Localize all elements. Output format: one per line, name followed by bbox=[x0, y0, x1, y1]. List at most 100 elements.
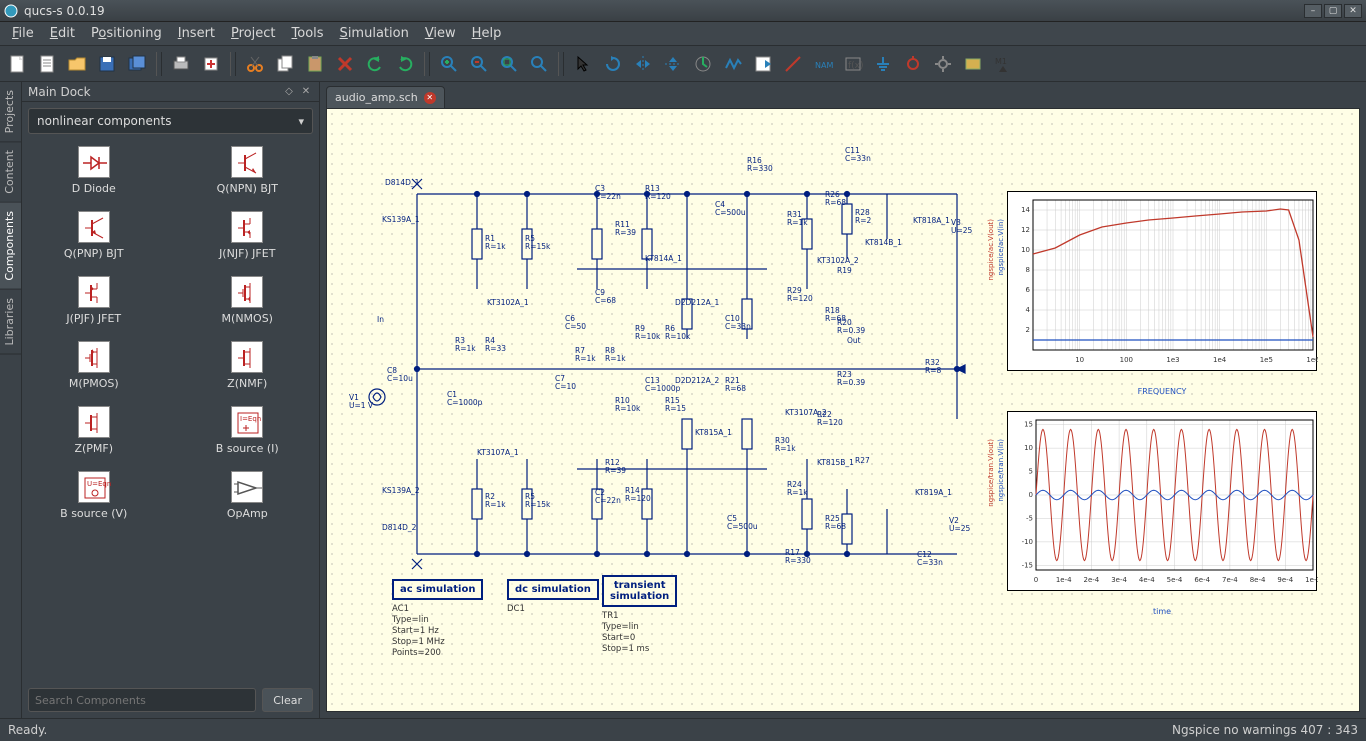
svg-text:12: 12 bbox=[1021, 226, 1030, 234]
dc-sweep-icon[interactable] bbox=[720, 51, 746, 77]
menu-project[interactable]: Project bbox=[223, 22, 284, 45]
ground-icon[interactable] bbox=[870, 51, 896, 77]
svg-text:1e6: 1e6 bbox=[1306, 356, 1318, 364]
save-icon[interactable] bbox=[94, 51, 120, 77]
mirror-v-icon[interactable] bbox=[660, 51, 686, 77]
redo-icon[interactable] bbox=[392, 51, 418, 77]
component-icon bbox=[231, 276, 263, 308]
status-right: Ngspice no warnings 407 : 343 bbox=[1172, 723, 1358, 737]
label-R23: R23 R=0.39 bbox=[837, 371, 865, 387]
open-icon[interactable] bbox=[64, 51, 90, 77]
select-icon[interactable] bbox=[570, 51, 596, 77]
svg-text:7e-4: 7e-4 bbox=[1222, 576, 1238, 584]
component-label: Q(PNP) BJT bbox=[64, 247, 124, 260]
component-z-pmf-[interactable]: Z(PMF) bbox=[32, 406, 156, 455]
simulate-icon[interactable] bbox=[690, 51, 716, 77]
menu-edit[interactable]: Edit bbox=[42, 22, 83, 45]
component-m-pmos-[interactable]: M(PMOS) bbox=[32, 341, 156, 390]
main-dock: Main Dock ◇ ✕ nonlinear components ▾ D D… bbox=[22, 82, 320, 718]
menu-help[interactable]: Help bbox=[464, 22, 510, 45]
mirror-h-icon[interactable] bbox=[630, 51, 656, 77]
component-label: OpAmp bbox=[227, 507, 268, 520]
component-j-pjf-jfet[interactable]: J(PJF) JFET bbox=[32, 276, 156, 325]
cut-icon[interactable] bbox=[242, 51, 268, 77]
tab-projects[interactable]: Projects bbox=[0, 82, 21, 142]
wire-icon[interactable] bbox=[780, 51, 806, 77]
menu-positioning[interactable]: Positioning bbox=[83, 22, 170, 45]
save-all-icon[interactable] bbox=[124, 51, 150, 77]
menu-view[interactable]: View bbox=[417, 22, 464, 45]
copy-icon[interactable] bbox=[272, 51, 298, 77]
label-icon[interactable]: NAME bbox=[810, 51, 836, 77]
zoom-out-icon[interactable] bbox=[466, 51, 492, 77]
close-button[interactable]: ✕ bbox=[1344, 4, 1362, 18]
show-last-icon[interactable] bbox=[750, 51, 776, 77]
tab-libraries[interactable]: Libraries bbox=[0, 290, 21, 355]
label-C1: C1 C=1000p bbox=[447, 391, 482, 407]
rotate-icon[interactable] bbox=[600, 51, 626, 77]
paste-icon[interactable] bbox=[302, 51, 328, 77]
marker-icon[interactable]: M1 bbox=[990, 51, 1016, 77]
zoom-1-icon[interactable] bbox=[526, 51, 552, 77]
dock-close-icon[interactable]: ✕ bbox=[299, 85, 313, 99]
component-label: Z(PMF) bbox=[74, 442, 113, 455]
component-q-pnp-bjt[interactable]: Q(PNP) BJT bbox=[32, 211, 156, 260]
zoom-in-icon[interactable] bbox=[436, 51, 462, 77]
undo-icon[interactable] bbox=[362, 51, 388, 77]
component-opamp[interactable]: OpAmp bbox=[186, 471, 310, 520]
label-R9: R9 R=10k bbox=[635, 325, 660, 341]
new-text-icon[interactable] bbox=[34, 51, 60, 77]
menu-insert[interactable]: Insert bbox=[170, 22, 223, 45]
chart-transient[interactable]: 01e-42e-43e-44e-45e-46e-47e-48e-49e-41e-… bbox=[1007, 411, 1317, 591]
tab-components[interactable]: Components bbox=[0, 203, 21, 290]
port-icon[interactable] bbox=[900, 51, 926, 77]
search-components-input[interactable] bbox=[28, 688, 256, 712]
component-q-npn-bjt[interactable]: Q(NPN) BJT bbox=[186, 146, 310, 195]
menu-file[interactable]: File bbox=[4, 22, 42, 45]
label-R5: R5 R=15k bbox=[525, 235, 550, 251]
svg-text:NAME: NAME bbox=[815, 61, 833, 70]
component-icon bbox=[78, 146, 110, 178]
equation-icon[interactable]: f(x) bbox=[840, 51, 866, 77]
component-j-njf-jfet[interactable]: J(NJF) JFET bbox=[186, 211, 310, 260]
svg-text:5e-4: 5e-4 bbox=[1167, 576, 1183, 584]
component-label: M(NMOS) bbox=[222, 312, 273, 325]
component-b-source-i-[interactable]: I=EqnB source (I) bbox=[186, 406, 310, 455]
component-b-source-v-[interactable]: U=EqnB source (V) bbox=[32, 471, 156, 520]
svg-text:10: 10 bbox=[1021, 246, 1030, 254]
print-icon[interactable] bbox=[168, 51, 194, 77]
label-R7: R7 R=1k bbox=[575, 347, 596, 363]
svg-text:M1: M1 bbox=[995, 57, 1007, 66]
chart-frequency[interactable]: 101001e31e41e51e62468101214 bbox=[1007, 191, 1317, 371]
tab-close-icon[interactable]: ✕ bbox=[424, 92, 436, 104]
settings-icon[interactable] bbox=[930, 51, 956, 77]
component-z-nmf-[interactable]: Z(NMF) bbox=[186, 341, 310, 390]
new-icon[interactable] bbox=[4, 51, 30, 77]
tab-audio-amp[interactable]: audio_amp.sch ✕ bbox=[326, 86, 445, 108]
clear-button[interactable]: Clear bbox=[262, 688, 313, 712]
sim-ac-box[interactable]: ac simulation bbox=[392, 579, 483, 600]
sim-dc-box[interactable]: dc simulation bbox=[507, 579, 599, 600]
label-D814D_2: D814D_2 bbox=[382, 524, 416, 532]
component-category-combo[interactable]: nonlinear components ▾ bbox=[28, 108, 313, 134]
component-d-diode[interactable]: D Diode bbox=[32, 146, 156, 195]
label-D2D212A_2: D2D212A_2 bbox=[675, 377, 719, 385]
menu-tools[interactable]: Tools bbox=[284, 22, 332, 45]
label-R25: R25 R=68 bbox=[825, 515, 846, 531]
menu-simulation[interactable]: Simulation bbox=[332, 22, 417, 45]
dock-float-icon[interactable]: ◇ bbox=[282, 85, 296, 99]
component-icon bbox=[78, 276, 110, 308]
label-R13: R13 R=120 bbox=[645, 185, 671, 201]
svg-text:-15: -15 bbox=[1022, 561, 1033, 569]
sim-tran-box[interactable]: transient simulation bbox=[602, 575, 677, 607]
maximize-button[interactable]: ▢ bbox=[1324, 4, 1342, 18]
spice-icon[interactable] bbox=[960, 51, 986, 77]
tab-content[interactable]: Content bbox=[0, 142, 21, 203]
component-m-nmos-[interactable]: M(NMOS) bbox=[186, 276, 310, 325]
delete-icon[interactable] bbox=[332, 51, 358, 77]
minimize-button[interactable]: – bbox=[1304, 4, 1322, 18]
schematic-canvas[interactable]: D814D_1KS139A_1InC8 C=10uV1 U=1 VR1 R=1k… bbox=[326, 108, 1360, 712]
zoom-fit-icon[interactable] bbox=[496, 51, 522, 77]
component-icon bbox=[78, 406, 110, 438]
export-icon[interactable] bbox=[198, 51, 224, 77]
